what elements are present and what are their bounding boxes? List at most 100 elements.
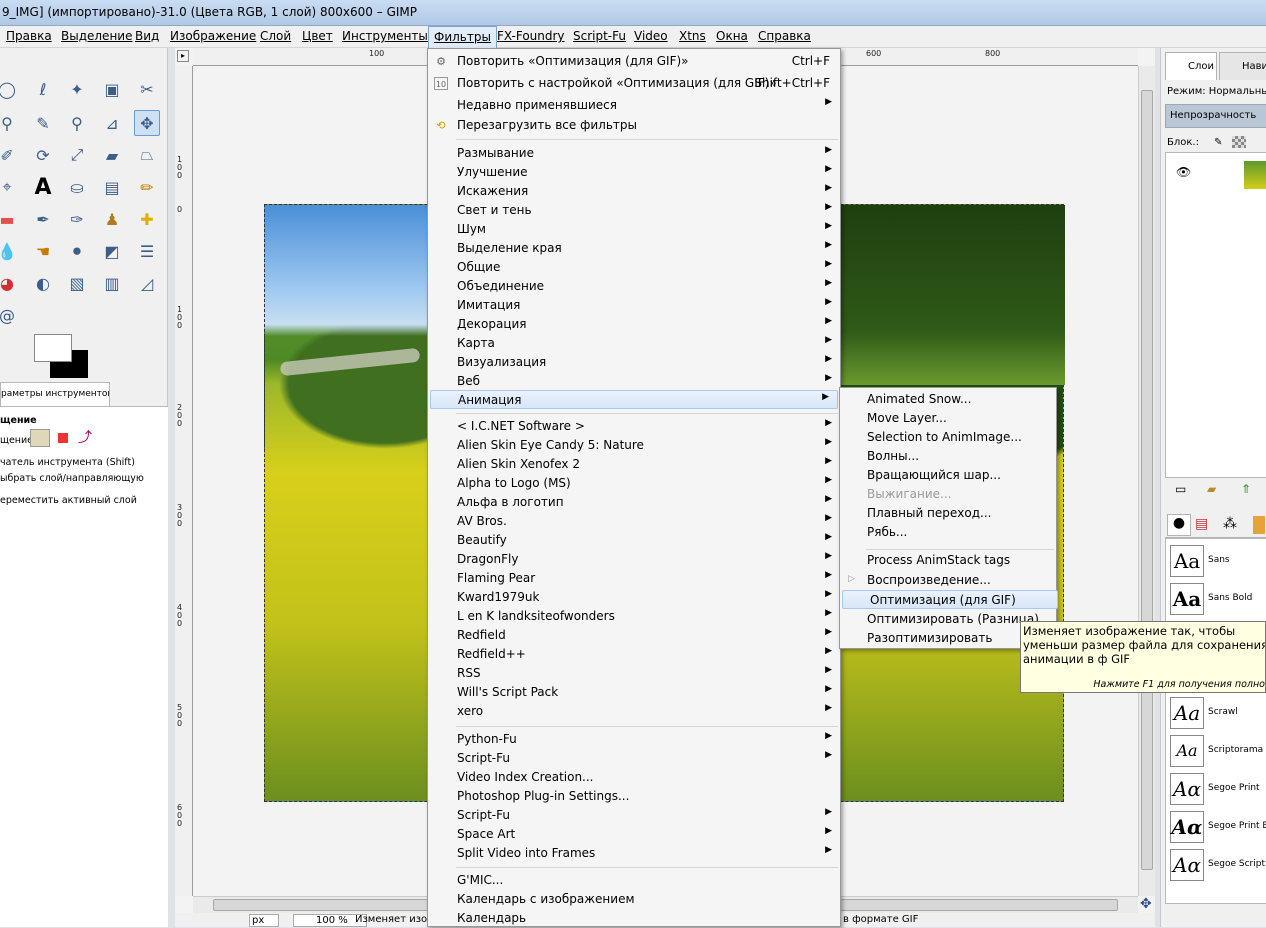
tool-options-tab[interactable]: раметры инструментов [0,382,110,406]
menu-item[interactable]: L en K landksiteofwonders ▶ [428,607,840,626]
posterize-icon[interactable]: ▧ [64,270,90,296]
quick-mask-corner-icon[interactable]: ▸ [177,50,189,62]
threshold-icon[interactable]: ◐ [30,270,56,296]
scissors-icon[interactable]: ✂ [134,76,160,102]
menu-item[interactable]: Карта ▶ [428,334,840,353]
select-by-color-icon[interactable]: ▣ [99,76,125,102]
menu-item[interactable]: Плавный переход... [840,504,1056,523]
menu-item[interactable]: Move Layer... [840,409,1056,428]
new-layer-icon[interactable]: ▭ [1175,482,1186,496]
smudge-icon[interactable]: ☚ [30,238,56,264]
menu-item[interactable]: Календарь с изображением [428,890,840,909]
move-tool-icon[interactable]: ✥ [134,110,160,136]
toggle-tool-label[interactable]: чатель инструмента (Shift) [0,457,135,468]
airbrush-icon[interactable]: ✒ [30,206,56,232]
menu-filters[interactable]: Фильтры [428,26,497,48]
pencil-icon[interactable]: ✏ [134,174,160,200]
menu-item[interactable]: Process AnimStack tags [840,551,1056,570]
menu-edit[interactable]: Правка [6,29,52,43]
menu-item[interactable]: AV Bros. ▶ [428,512,840,531]
menu-item[interactable]: Общие ▶ [428,258,840,277]
mode-layer-icon[interactable] [30,429,50,447]
heal-icon[interactable]: ✚ [134,206,160,232]
menu-item[interactable]: Script-Fu ▶ [428,749,840,768]
eraser-icon[interactable]: ▬ [0,206,20,232]
menu-item[interactable]: Имитация ▶ [428,296,840,315]
list-item[interactable]: Aa Scriptorama [1170,733,1266,771]
dodge-burn-icon[interactable]: ⚫ [64,238,90,264]
pick-layer-option[interactable]: ыбрать слой/направляющую [0,473,144,484]
menu-item[interactable]: Рябь... [840,523,1056,542]
perspective-icon[interactable]: ⏢ [134,142,160,168]
menu-item[interactable]: Script-Fu ▶ [428,806,840,825]
menu-item[interactable]: Шум ▶ [428,220,840,239]
text-tool-icon[interactable]: A [30,174,56,200]
menu-item-repeat-last[interactable]: ⚙ Повторить «Оптимизация (для GIF)» Ctrl… [428,52,840,71]
list-item[interactable]: Aa Sans [1170,543,1266,581]
brushes-tab-icon[interactable]: ● [1167,514,1191,536]
navigate-icon[interactable]: ✥ [1140,896,1152,912]
layer-mode-row[interactable]: Режим: Нормальный [1167,86,1266,97]
menu-item[interactable]: < I.C.NET Software > ▶ [428,417,840,436]
menu-item[interactable]: Will's Script Pack ▶ [428,683,840,702]
menu-item[interactable]: Свет и тень ▶ [428,201,840,220]
menu-item[interactable]: Video Index Creation... [428,768,840,787]
blend-icon[interactable]: ▤ [99,174,125,200]
levels-icon[interactable]: ☰ [134,238,160,264]
menu-item[interactable]: Вращающийся шар... [840,466,1056,485]
list-item[interactable]: Aα Segoe Print [1170,771,1266,809]
shear-icon[interactable]: ▰ [99,142,125,168]
menu-item[interactable]: Split Video into Frames ▶ [428,844,840,863]
list-item[interactable]: Aα Segoe Print B [1170,809,1266,847]
tab-navigation[interactable]: Нави [1219,52,1266,80]
bucket-fill-icon[interactable]: ⛀ [64,174,90,200]
vertical-scrollbar[interactable] [1138,66,1155,896]
menu-item[interactable]: Alien Skin Eye Candy 5: Nature ▶ [428,436,840,455]
menu-item-reshow-last[interactable]: 10 Повторить с настройкой «Оптимизация (… [428,74,840,93]
foreground-color-swatch[interactable] [34,334,72,362]
menu-item[interactable]: Улучшение ▶ [428,163,840,182]
menu-item[interactable]: Объединение ▶ [428,277,840,296]
curves-icon[interactable]: ◩ [99,238,125,264]
vertical-scroll-thumb[interactable] [1141,90,1153,870]
ellipse-select-icon[interactable]: ◯ [0,76,20,102]
foreground-select-icon[interactable]: ⚲ [0,110,20,136]
fonts-tab-icon[interactable] [1253,516,1265,534]
menu-item[interactable]: Photoshop Plug-in Settings... [428,787,840,806]
rotate-icon[interactable]: ⟳ [30,142,56,168]
menu-colors[interactable]: Цвет [302,29,333,43]
menu-tools[interactable]: Инструменты [342,29,428,43]
menu-windows[interactable]: Окна [716,29,748,43]
ink-icon[interactable]: ✑ [64,206,90,232]
lock-pixels-icon[interactable]: ✎ [1214,137,1222,148]
list-item[interactable]: Aα Segoe Script [1170,847,1266,885]
lock-alpha-icon[interactable] [1231,136,1246,148]
paths-icon[interactable]: ⌖ [0,174,20,200]
menu-item[interactable]: DragonFly ▶ [428,550,840,569]
menu-item[interactable]: Волны... [840,447,1056,466]
new-layer-group-icon[interactable]: ▰ [1207,482,1216,496]
fuzzy-select-icon[interactable]: ✦ [64,76,90,102]
menu-item[interactable]: Выжигание... [840,485,1056,504]
color-balance-icon[interactable]: ◕ [0,270,20,296]
mode-path-icon[interactable]: ⤴ [78,427,92,447]
menu-help[interactable]: Справка [758,29,811,43]
menu-xtns[interactable]: Xtns [679,29,706,43]
menu-view[interactable]: Вид [135,29,159,43]
layer-thumbnail[interactable] [1244,161,1266,189]
unit-select[interactable]: px [249,914,280,927]
clone-icon[interactable]: ♟ [99,206,125,232]
menu-item[interactable]: Selection to AnimImage... [840,428,1056,447]
menu-script-fu[interactable]: Script-Fu [573,29,626,43]
histogram-icon[interactable]: ▥ [99,270,125,296]
layer-visibility-eye-icon[interactable]: 👁 [1176,165,1191,179]
menu-item-recently-used[interactable]: Недавно применявшиеся ▶ [428,96,840,115]
list-item[interactable]: Aa Scrawl [1170,695,1266,733]
menu-item[interactable]: Alpha to Logo (MS) ▶ [428,474,840,493]
menu-item[interactable]: Размывание ▶ [428,144,840,163]
mode-selection-icon[interactable] [58,433,68,443]
menu-item[interactable]: xero ▶ [428,702,840,721]
menu-item[interactable]: Искажения ▶ [428,182,840,201]
blur-icon[interactable]: 💧 [0,238,20,264]
menu-select[interactable]: Выделение [61,29,132,43]
